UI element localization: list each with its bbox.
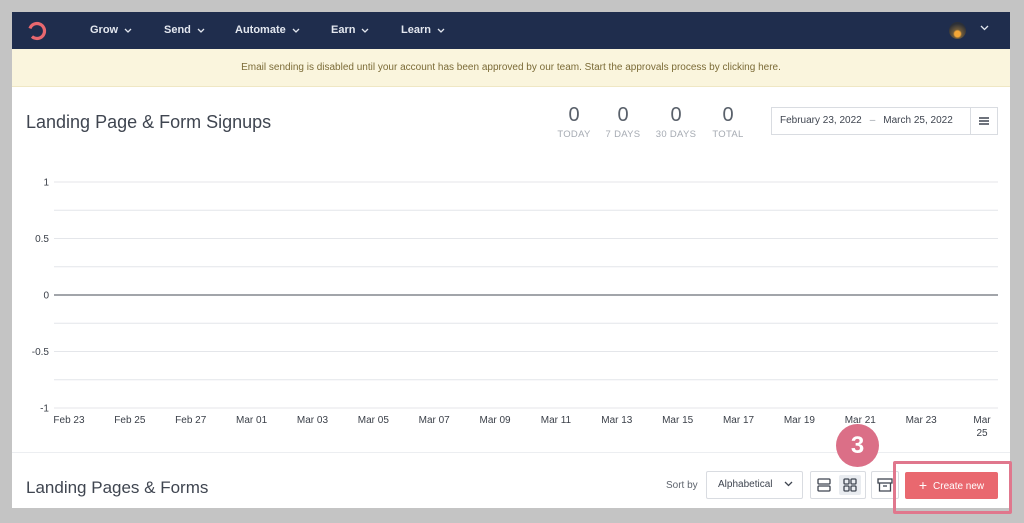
x-tick-label: Feb 23	[53, 415, 85, 426]
stat-label: 7 DAYS	[605, 129, 641, 140]
hamburger-menu-icon	[979, 117, 989, 125]
x-tick-label: Mar 23	[906, 415, 938, 426]
approval-banner[interactable]: Email sending is disabled until your acc…	[12, 49, 1010, 87]
signups-chart: 1 0.5 0 -0.5 -1 Feb 23 Feb 25 Feb 27 Mar 01 Mar 0…	[32, 178, 998, 439]
stat-value: 0	[670, 104, 682, 126]
nav-grow-label: Grow	[90, 24, 119, 36]
stat-label: TOTAL	[712, 129, 744, 140]
stat-value: 0	[617, 104, 629, 126]
nav-grow[interactable]: Grow	[90, 12, 132, 49]
sort-label: Sort by	[666, 480, 698, 491]
create-new-button[interactable]: + Create new	[905, 472, 998, 499]
x-tick-label: Mar 17	[723, 415, 755, 426]
y-tick-label: 0.5	[35, 234, 49, 245]
chevron-down-icon	[362, 28, 369, 33]
chevron-down-icon	[437, 28, 445, 33]
sort-select-value: Alphabetical	[718, 479, 773, 490]
view-toggle	[810, 471, 866, 499]
x-tick-label: Mar 03	[297, 415, 329, 426]
x-tick-label: Feb 25	[114, 415, 146, 426]
chart-menu-button[interactable]	[970, 107, 998, 135]
nav-automate[interactable]: Automate	[235, 12, 300, 49]
list-view-icon	[817, 478, 831, 492]
chevron-down-icon	[292, 28, 300, 33]
list-view-button[interactable]	[813, 475, 835, 495]
date-range-start: February 23, 2022	[780, 115, 862, 126]
step-number-badge: 3	[836, 424, 879, 467]
archive-icon	[877, 478, 893, 492]
archive-button[interactable]	[871, 471, 899, 499]
y-tick-label: -1	[40, 404, 49, 415]
x-tick-label: Mar 05	[358, 415, 390, 426]
x-tick-label: Mar 01	[236, 415, 268, 426]
banner-text: Email sending is disabled until your acc…	[241, 62, 781, 73]
x-tick-label: Mar 13	[601, 415, 633, 426]
date-range-end: March 25, 2022	[883, 115, 953, 126]
x-tick-label: Feb 27	[175, 415, 207, 426]
nav-automate-label: Automate	[235, 24, 286, 36]
avatar[interactable]	[949, 22, 966, 39]
nav-learn-label: Learn	[401, 24, 431, 36]
chevron-down-icon	[784, 481, 793, 487]
section-title: Landing Pages & Forms	[26, 478, 209, 497]
x-tick-label: Mar 25	[973, 415, 991, 439]
stat-7-days: 0 7 DAYS	[593, 102, 653, 140]
page-title: Landing Page & Form Signups	[26, 112, 272, 132]
nav-earn-label: Earn	[331, 24, 356, 36]
create-new-label: Create new	[933, 481, 985, 492]
logo-icon[interactable]	[26, 20, 48, 42]
x-tick-label: Mar 07	[419, 415, 451, 426]
x-tick-label: Mar 11	[541, 415, 572, 426]
chevron-down-icon	[197, 28, 205, 33]
top-navigation: Grow Send Automate Earn Learn	[12, 12, 1010, 49]
stat-value: 0	[722, 104, 734, 126]
sort-select[interactable]: Alphabetical	[706, 471, 803, 499]
nav-learn[interactable]: Learn	[401, 12, 445, 49]
nav-send-label: Send	[164, 24, 191, 36]
stat-label: 30 DAYS	[655, 129, 697, 140]
stat-30-days: 0 30 DAYS	[646, 102, 706, 140]
date-range-separator: –	[869, 115, 876, 126]
y-tick-label: 0	[43, 291, 49, 302]
plus-icon: +	[918, 477, 928, 493]
stat-total: 0 TOTAL	[698, 102, 758, 140]
nav-earn[interactable]: Earn	[331, 12, 369, 49]
chevron-down-icon	[124, 28, 132, 33]
x-tick-label: Mar 19	[784, 415, 816, 426]
chevron-down-icon[interactable]	[980, 25, 989, 31]
x-tick-label: Mar 09	[480, 415, 512, 426]
grid-view-button[interactable]	[839, 475, 861, 495]
nav-send[interactable]: Send	[164, 12, 205, 49]
date-range-picker[interactable]: February 23, 2022– March 25, 2022	[771, 107, 970, 135]
x-tick-label: Mar 15	[662, 415, 694, 426]
y-tick-label: -0.5	[32, 347, 50, 358]
grid-view-icon	[843, 478, 857, 492]
y-tick-label: 1	[43, 178, 49, 189]
